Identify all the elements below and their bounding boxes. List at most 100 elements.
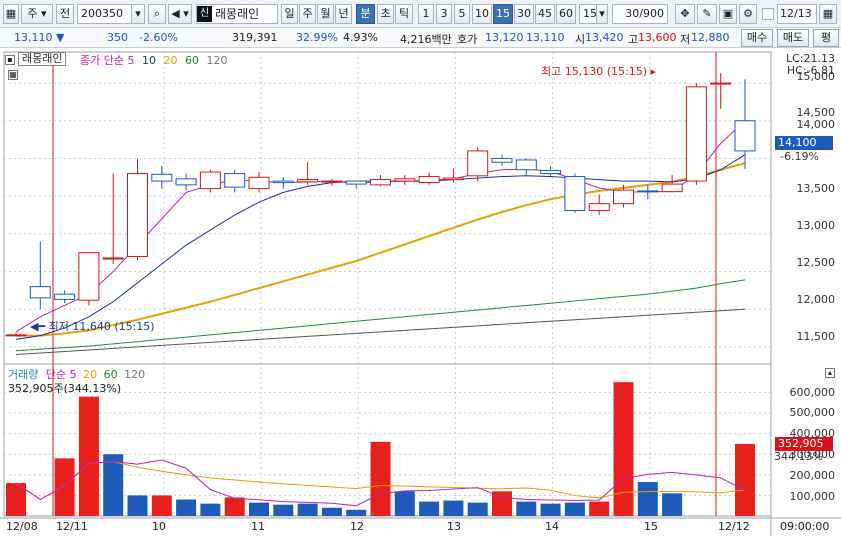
volume-bar <box>735 443 755 516</box>
y-tick-14000: 14,000 <box>796 118 836 131</box>
buy-button[interactable]: 매수 <box>741 29 773 47</box>
chart-menu-icon[interactable]: ▪ <box>5 55 15 65</box>
grid-toggle-icon[interactable]: ▦ <box>8 70 18 80</box>
candle-body <box>685 86 707 182</box>
interval-60[interactable]: 60 <box>556 4 576 24</box>
candle-body <box>297 179 319 183</box>
date-label-11: 11 <box>251 520 265 533</box>
candle-body <box>54 293 76 300</box>
date-label-1212: 12/12 <box>718 520 750 533</box>
interval-45[interactable]: 45 <box>535 4 555 24</box>
candle-body <box>248 176 270 190</box>
open-price: 13,420 <box>585 31 624 44</box>
ma60-legend: 60 <box>184 54 199 67</box>
interval-dropdown-icon[interactable]: ▾ <box>596 4 608 24</box>
candle-body <box>370 179 391 186</box>
ma120-legend: 120 <box>206 54 228 67</box>
volume-bar <box>613 382 634 516</box>
period-year[interactable]: 년 <box>335 4 352 24</box>
quote-bar: 13,110 ▼ 350 -2.60% 319,391 32.99% 4.93%… <box>0 28 841 48</box>
low-price: 12,880 <box>691 31 730 44</box>
volume-caption: 352,905주(344.13%) <box>8 382 122 395</box>
interval-5[interactable]: 5 <box>454 4 470 24</box>
candle-body <box>564 176 586 211</box>
speaker-icon[interactable]: ◀ ▾ <box>168 4 192 24</box>
volume-bar <box>200 503 221 516</box>
ma5-legend: 종가 단순 5 <box>80 54 135 67</box>
new-listing-badge: 신 <box>197 6 212 22</box>
price-chart[interactable] <box>0 48 841 538</box>
date-value: 12/13 <box>780 7 812 20</box>
date-label-10: 10 <box>152 520 166 533</box>
candle-body <box>540 170 562 175</box>
candle-body <box>442 177 464 181</box>
volume-bar <box>467 502 488 516</box>
volume-bar <box>297 503 318 516</box>
candle-body <box>102 257 124 260</box>
range-label: 전 <box>59 7 71 20</box>
volume-pct-label: 344.13% <box>774 450 823 463</box>
period-tick[interactable]: 틱 <box>395 4 413 24</box>
max-annotation: 최고 15,130 (15:15) ▸ <box>541 65 657 78</box>
period-second[interactable]: 초 <box>377 4 394 24</box>
price-change: 350 <box>107 31 128 44</box>
date-checkbox[interactable] <box>762 8 774 20</box>
stock-name-field[interactable]: 신 래몽래인 <box>196 4 278 24</box>
volume-bar <box>321 507 342 516</box>
ask-price: 13,120 <box>485 31 524 44</box>
volume-ratio: 32.99% <box>296 31 338 44</box>
candle-body <box>199 171 221 190</box>
candle-body <box>661 183 683 193</box>
date-field[interactable]: 12/13 <box>777 4 817 24</box>
settings-icon[interactable]: ⚙ <box>739 4 757 24</box>
eval-button[interactable]: 평 <box>813 29 839 47</box>
volume-bar <box>516 501 537 516</box>
count-field[interactable]: 30/900 <box>612 4 668 24</box>
stock-code-value: 200350 <box>81 7 123 20</box>
period-day[interactable]: 일 <box>281 4 298 24</box>
range-selector[interactable]: 전 <box>56 4 74 24</box>
crosshair-icon[interactable]: ✥ <box>675 4 695 24</box>
candle-body <box>467 150 489 177</box>
candle-body <box>345 180 367 185</box>
candle-body <box>588 203 610 211</box>
volume-pane-icon[interactable]: ▴ <box>825 368 835 378</box>
ma20-legend: 20 <box>163 54 178 67</box>
interval-15[interactable]: 15 <box>493 4 513 24</box>
interval-1[interactable]: 1 <box>418 4 434 24</box>
period-month[interactable]: 월 <box>317 4 334 24</box>
period-week[interactable]: 주 <box>299 4 316 24</box>
interval-10[interactable]: 10 <box>472 4 492 24</box>
ma10-legend: 10 <box>141 54 156 67</box>
date-label-13: 13 <box>447 520 461 533</box>
y-tick-15000: 15,000 <box>796 70 836 83</box>
current-price: 13,110 <box>14 31 53 44</box>
high-label: 고 <box>628 33 639 46</box>
volume-ma120: 120 <box>124 368 146 381</box>
sell-button[interactable]: 매도 <box>777 29 809 47</box>
volume-bar <box>662 493 683 516</box>
bid-price: 13,110 <box>526 31 565 44</box>
candle-body <box>127 173 148 257</box>
volume-bar <box>127 495 148 516</box>
save-icon[interactable]: ▣ <box>719 4 737 24</box>
volume-bar <box>589 501 610 516</box>
vol-tick-600000: 600,000 <box>789 386 836 399</box>
interval-3[interactable]: 3 <box>436 4 452 24</box>
code-dropdown-icon[interactable]: ▾ <box>131 4 145 24</box>
market-selector[interactable]: 주 ▾ <box>21 4 53 24</box>
period-minute[interactable]: 분 <box>356 4 375 24</box>
interval-30[interactable]: 30 <box>514 4 534 24</box>
min-annotation-text: 최저 11,640 (15:15) <box>48 320 155 333</box>
draw-tool-icon[interactable]: ✎ <box>697 4 717 24</box>
current-price-tag: 14,100 <box>775 136 833 150</box>
search-icon[interactable]: ⌕ <box>148 4 166 24</box>
market-label: 주 <box>27 7 38 20</box>
volume-bar <box>176 499 197 516</box>
candle-body <box>613 189 634 205</box>
date-label-15: 15 <box>644 520 658 533</box>
chart-layout-icon[interactable]: ▦ <box>3 4 19 24</box>
volume-bar <box>249 502 269 516</box>
candle-body <box>394 178 416 182</box>
calendar-icon[interactable]: ▦ <box>819 4 837 24</box>
